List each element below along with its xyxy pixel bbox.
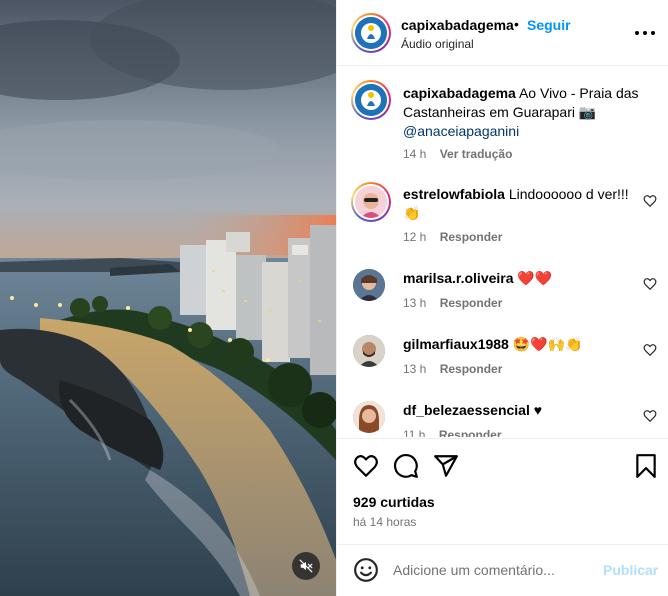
heart-icon[interactable] (643, 194, 657, 208)
heart-icon[interactable] (643, 277, 657, 291)
action-bar (337, 449, 668, 483)
separator-dot: • (514, 16, 519, 32)
comment-body: 🤩❤️🙌👏 (512, 336, 583, 352)
comment-composer: Publicar (337, 544, 668, 596)
comment-meta: 12 h Responder (403, 230, 512, 244)
comment-text: marilsa.r.oliveira ❤️❤️ (403, 269, 643, 288)
more-horizontal-icon[interactable] (633, 24, 657, 42)
comment-meta: 13 h Responder (403, 362, 512, 376)
comment-meta: 13 h Responder (403, 296, 512, 310)
comment-body: ❤️❤️ (517, 270, 553, 286)
caption-author-avatar[interactable] (351, 80, 391, 120)
comment-text: estrelowfabiola Lindoooooo d ver!!! 👏 (403, 185, 643, 223)
post-media[interactable] (0, 0, 336, 596)
brand-logo-icon (355, 84, 387, 116)
comment-username[interactable]: estrelowfabiola (403, 186, 505, 202)
comment-text: gilmarfiaux1988 🤩❤️🙌👏 (403, 335, 643, 354)
post-timestamp[interactable]: há 14 horas (353, 515, 416, 529)
comment-time[interactable]: 13 h (403, 296, 426, 310)
heart-icon[interactable] (643, 343, 657, 357)
comment-avatar[interactable] (353, 401, 385, 433)
comment-meta: 11 h Responder (403, 428, 512, 437)
comment-time[interactable]: 13 h (403, 362, 426, 376)
reply-button[interactable]: Responder (440, 362, 503, 376)
heart-icon[interactable] (353, 453, 379, 479)
publish-button[interactable]: Publicar (603, 562, 658, 578)
heart-icon[interactable] (643, 409, 657, 423)
follow-button[interactable]: Seguir (527, 17, 571, 33)
author-avatar[interactable] (351, 13, 391, 53)
comment-username[interactable]: marilsa.r.oliveira (403, 270, 514, 286)
caption-time[interactable]: 14 h (403, 147, 426, 161)
comment-username[interactable]: gilmarfiaux1988 (403, 336, 509, 352)
comment-avatar[interactable] (351, 182, 391, 222)
brand-logo-icon (355, 17, 387, 49)
mute-icon (299, 559, 313, 573)
caption-text: capixabadagema Ao Vivo - Praia das Casta… (403, 84, 643, 141)
comment-body: ♥ (533, 402, 543, 418)
comment-time[interactable]: 11 h (403, 428, 425, 437)
audio-label[interactable]: Áudio original (401, 37, 474, 51)
user-photo-icon (355, 186, 387, 218)
reply-button[interactable]: Responder (440, 296, 503, 310)
comment-icon[interactable] (393, 453, 419, 479)
comment-username[interactable]: df_belezaessencial (403, 402, 530, 418)
author-username[interactable]: capixabadagema (401, 17, 514, 33)
emoji-icon[interactable] (353, 557, 379, 583)
comment-avatar[interactable] (353, 269, 385, 301)
comments-list[interactable]: capixabadagema Ao Vivo - Praia das Casta… (337, 67, 668, 437)
reply-button[interactable]: Responder (440, 230, 503, 244)
beach-city-video-frame (0, 0, 336, 596)
bookmark-icon[interactable] (633, 453, 659, 479)
user-photo-icon (353, 269, 385, 301)
comment-avatar[interactable] (353, 335, 385, 367)
see-translation-button[interactable]: Ver tradução (440, 147, 513, 161)
reply-button[interactable]: Responder (439, 428, 502, 437)
caption-mention[interactable]: @anaceiapaganini (403, 123, 519, 139)
mute-button[interactable] (292, 552, 320, 580)
comment-input[interactable] (393, 559, 593, 581)
user-photo-icon (353, 401, 385, 433)
caption-meta: 14 h Ver tradução (403, 147, 522, 161)
comment-time[interactable]: 12 h (403, 230, 426, 244)
post-side-panel: capixabadagema • Seguir Áudio original c… (336, 0, 668, 596)
comment-text: df_belezaessencial ♥ (403, 401, 643, 420)
post-header: capixabadagema • Seguir Áudio original (337, 0, 668, 66)
likes-count[interactable]: 929 curtidas (353, 494, 435, 510)
divider (337, 438, 668, 439)
share-icon[interactable] (433, 453, 459, 479)
user-photo-icon (353, 335, 385, 367)
caption-username[interactable]: capixabadagema (403, 85, 516, 101)
